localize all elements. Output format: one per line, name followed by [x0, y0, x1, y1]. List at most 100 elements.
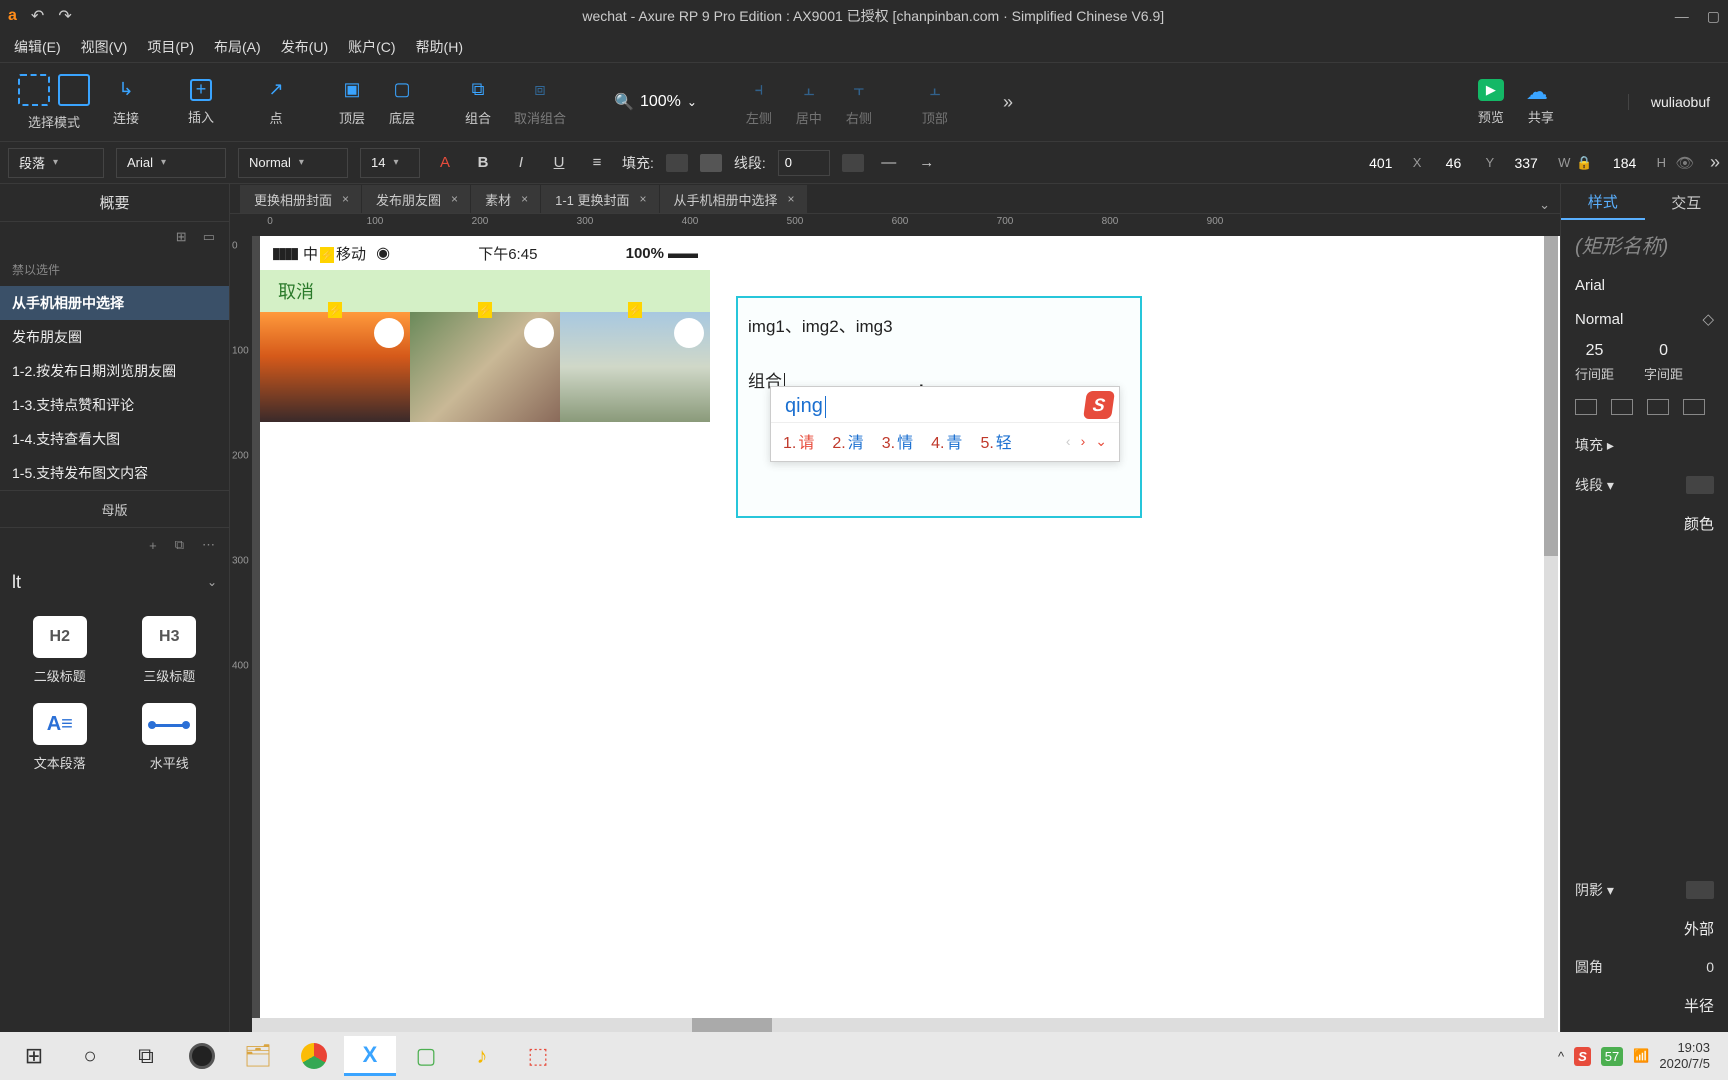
outline-item[interactable]: 1-4.支持查看大图: [0, 422, 229, 456]
tab-style[interactable]: 样式: [1561, 184, 1645, 220]
inspector-stroke[interactable]: 线段 ▾: [1561, 465, 1728, 505]
widget-h3[interactable]: H3三级标题: [124, 616, 216, 685]
camtasia-icon[interactable]: ⬚: [512, 1036, 564, 1076]
close-icon[interactable]: ×: [640, 192, 647, 206]
widget-h2[interactable]: H2二级标题: [14, 616, 106, 685]
add-master-icon[interactable]: +: [149, 538, 157, 553]
tray-up-icon[interactable]: ^: [1558, 1049, 1564, 1064]
x-input[interactable]: [1355, 150, 1407, 176]
menu-edit[interactable]: 编辑(E): [4, 33, 71, 61]
maximize-icon[interactable]: ▢: [1707, 8, 1720, 25]
axure-taskbar-icon[interactable]: X: [344, 1036, 396, 1076]
menu-publish[interactable]: 发布(U): [271, 33, 338, 61]
app-icon[interactable]: ▢: [400, 1036, 452, 1076]
library-dropdown[interactable]: lt⌄: [0, 562, 229, 602]
preview-button[interactable]: ▶预览: [1478, 79, 1504, 126]
chrome-icon[interactable]: [288, 1036, 340, 1076]
paragraph-style-dropdown[interactable]: 段落▾: [8, 148, 104, 178]
align-top-button[interactable]: ⫠顶部: [921, 78, 949, 127]
cortana-icon[interactable]: ○: [64, 1036, 116, 1076]
folder-icon[interactable]: ▭: [203, 229, 215, 245]
add-page-icon[interactable]: ⊞: [176, 229, 187, 245]
bold-icon[interactable]: B: [470, 150, 496, 176]
outline-item[interactable]: 从手机相册中选择: [0, 286, 229, 320]
tray-sogou-icon[interactable]: S: [1574, 1047, 1591, 1066]
point-button[interactable]: ↗点: [262, 78, 290, 127]
menu-help[interactable]: 帮助(H): [406, 33, 473, 61]
stroke-color-swatch[interactable]: [842, 154, 864, 172]
cancel-button[interactable]: 取消: [278, 278, 314, 304]
inspector-fill[interactable]: 填充 ▸: [1561, 425, 1728, 465]
page-tab[interactable]: 1-1 更换封面×: [541, 185, 659, 213]
italic-icon[interactable]: I: [508, 150, 534, 176]
outline-item[interactable]: 1-3.支持点赞和评论: [0, 388, 229, 422]
align-left-icon[interactable]: [1575, 399, 1597, 415]
font-weight-dropdown[interactable]: Normal▾: [238, 148, 348, 178]
h-input[interactable]: [1599, 150, 1651, 176]
y-input[interactable]: [1427, 150, 1479, 176]
inspector-shadow[interactable]: 阴影 ▾: [1561, 870, 1728, 910]
list-icon[interactable]: ≡: [584, 150, 610, 176]
ime-candidate[interactable]: 5.轻: [980, 429, 1011, 453]
format-overflow-icon[interactable]: »: [1710, 152, 1720, 173]
close-icon[interactable]: ×: [521, 192, 528, 206]
thumbnail[interactable]: ⚡: [560, 312, 710, 422]
scrollbar-v[interactable]: [1544, 236, 1558, 1032]
inspector-weight[interactable]: Normal◇: [1561, 302, 1728, 336]
scrollbar-h[interactable]: [252, 1018, 1546, 1032]
ime-expand-icon[interactable]: ⌄: [1095, 433, 1107, 450]
ime-candidate[interactable]: 3.情: [882, 429, 913, 453]
font-size-dropdown[interactable]: 14▾: [360, 148, 420, 178]
toolbar-overflow-icon[interactable]: »: [1003, 92, 1013, 113]
redo-icon[interactable]: ↷: [58, 6, 71, 26]
start-button[interactable]: ⊞: [8, 1036, 60, 1076]
thumbnail[interactable]: ⚡: [410, 312, 560, 422]
ime-candidate[interactable]: 2.清: [832, 429, 863, 453]
close-icon[interactable]: ×: [788, 192, 795, 206]
inspector-radius[interactable]: 圆角0: [1561, 947, 1728, 987]
connect-button[interactable]: ↳连接: [112, 78, 140, 127]
ime-candidate-popup[interactable]: qing S 1.请 2.清 3.情 4.青 5.轻 ‹›⌄: [770, 386, 1120, 462]
align-right-icon[interactable]: [1647, 399, 1669, 415]
menu-project[interactable]: 项目(P): [137, 33, 204, 61]
lock-icon[interactable]: 🔒: [1576, 155, 1592, 171]
ime-prev-icon[interactable]: ‹: [1066, 433, 1071, 450]
font-dropdown[interactable]: Arial▾: [116, 148, 226, 178]
tray-wifi-icon[interactable]: 📶: [1633, 1048, 1649, 1064]
ungroup-button[interactable]: ⧈取消组合: [514, 78, 566, 127]
page-tab[interactable]: 素材×: [471, 185, 541, 213]
align-center-icon[interactable]: [1611, 399, 1633, 415]
tray-app-icon[interactable]: 57: [1601, 1047, 1623, 1066]
visibility-icon[interactable]: 👁: [1672, 150, 1698, 176]
align-justify-icon[interactable]: [1683, 399, 1705, 415]
group-button[interactable]: ⧉组合: [464, 78, 492, 127]
tab-chevron-icon[interactable]: ⌄: [1529, 197, 1560, 213]
align-center-button[interactable]: ⫠居中: [795, 78, 823, 127]
menu-icon[interactable]: ⋯: [202, 537, 215, 553]
underline-icon[interactable]: U: [546, 150, 572, 176]
zoom-control[interactable]: 🔍 100% ⌄: [614, 92, 697, 112]
menu-account[interactable]: 账户(C): [338, 33, 405, 61]
task-view-icon[interactable]: ⧉: [120, 1036, 172, 1076]
obs-icon[interactable]: [176, 1036, 228, 1076]
menu-view[interactable]: 视图(V): [71, 33, 138, 61]
outline-item[interactable]: 发布朋友圈: [0, 320, 229, 354]
close-icon[interactable]: ×: [342, 192, 349, 206]
fill-color-swatch[interactable]: [666, 154, 688, 172]
w-input[interactable]: [1500, 150, 1552, 176]
close-icon[interactable]: ×: [451, 192, 458, 206]
ruler-horizontal[interactable]: 0100200300400500600700800900: [252, 214, 1560, 236]
minimize-icon[interactable]: —: [1675, 8, 1689, 25]
ime-next-icon[interactable]: ›: [1081, 433, 1086, 450]
select-circle[interactable]: [524, 318, 554, 348]
align-right-button[interactable]: ⫟右侧: [845, 78, 873, 127]
line-height-value[interactable]: 25: [1586, 342, 1604, 360]
user-label[interactable]: wuliaobuf: [1628, 94, 1710, 110]
bring-front-button[interactable]: ▣顶层: [338, 78, 366, 127]
ime-candidate[interactable]: 1.请: [783, 429, 814, 453]
music-icon[interactable]: ♪: [456, 1036, 508, 1076]
arrow-style-icon[interactable]: →: [914, 150, 940, 176]
inspector-font[interactable]: Arial: [1561, 269, 1728, 302]
shape-name-label[interactable]: (矩形名称): [1561, 220, 1728, 269]
select-circle[interactable]: [374, 318, 404, 348]
